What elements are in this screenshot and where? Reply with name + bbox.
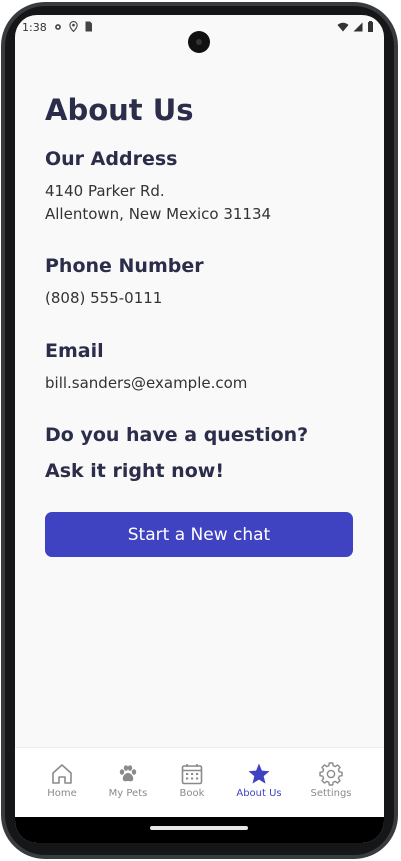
page-title: About Us: [45, 93, 194, 127]
status-icons-right: [337, 21, 374, 32]
start-new-chat-button[interactable]: Start a New chat: [45, 512, 353, 557]
sim-card-icon: [85, 21, 92, 32]
bottom-navigation: Home My Pets Book About Us Settings: [15, 747, 384, 818]
nav-label-my-pets: My Pets: [108, 788, 148, 799]
system-gesture-bar: [15, 817, 384, 843]
home-gesture-handle[interactable]: [150, 826, 248, 830]
nav-label-home: Home: [47, 788, 77, 799]
phone-value: (808) 555-0111: [45, 289, 163, 307]
address-line-1: 4140 Parker Rd.: [45, 182, 165, 200]
home-icon: [52, 764, 72, 784]
status-icons-left: [53, 21, 93, 32]
nav-label-settings: Settings: [310, 788, 352, 799]
gear-icon: [319, 762, 343, 786]
calendar-icon: [181, 764, 203, 785]
star-icon: [248, 763, 270, 784]
question-line-2: Ask it right now!: [45, 460, 224, 482]
wifi-icon: [337, 22, 349, 31]
front-camera: [188, 31, 210, 53]
phone-device: 1:38 About Us Our Address 4140 Parker Rd…: [0, 0, 401, 861]
address-line-2: Allentown, New Mexico 31134: [45, 205, 272, 223]
email-heading: Email: [45, 340, 104, 362]
signal-icon: [353, 22, 363, 31]
location-icon: [69, 21, 78, 32]
gear-icon: [55, 23, 61, 30]
question-line-1: Do you have a question?: [45, 424, 309, 446]
screen: 1:38 About Us Our Address 4140 Parker Rd…: [15, 15, 384, 843]
phone-heading: Phone Number: [45, 255, 204, 277]
nav-item-about-us[interactable]: About Us: [229, 762, 289, 799]
paw-icon: [119, 765, 137, 782]
address-heading: Our Address: [45, 148, 178, 170]
battery-icon: [368, 21, 373, 32]
nav-item-my-pets[interactable]: My Pets: [98, 762, 158, 799]
status-time: 1:38: [22, 21, 47, 34]
nav-item-book[interactable]: Book: [162, 762, 222, 799]
nav-label-book: Book: [179, 788, 205, 799]
email-value: bill.sanders@example.com: [45, 374, 248, 392]
nav-item-settings[interactable]: Settings: [301, 762, 361, 799]
nav-label-about-us: About Us: [236, 788, 282, 799]
nav-item-home[interactable]: Home: [32, 762, 92, 799]
